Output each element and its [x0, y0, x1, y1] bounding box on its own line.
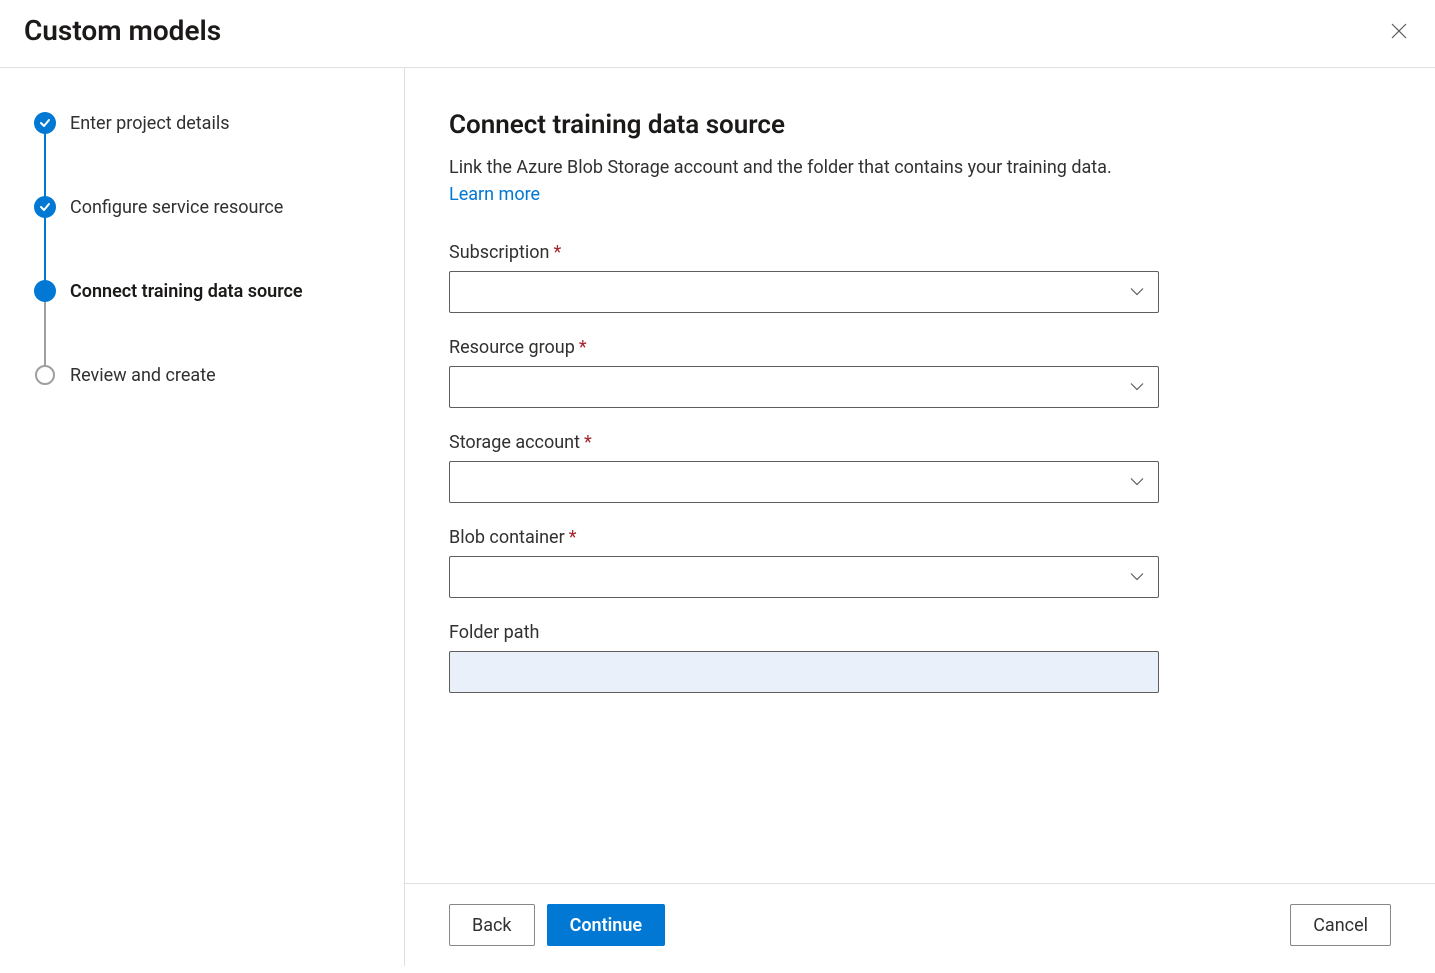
chevron-down-icon	[1130, 478, 1144, 487]
step-enter-project-details[interactable]: Enter project details	[34, 112, 404, 196]
required-asterisk: *	[569, 527, 577, 548]
body: Enter project details Configure service …	[0, 68, 1435, 966]
step-review-and-create[interactable]: Review and create	[34, 364, 404, 386]
step-label: Connect training data source	[70, 281, 303, 302]
step-marker-completed	[34, 112, 56, 134]
field-storage-account: Storage account*	[449, 432, 1159, 503]
step-label: Configure service resource	[70, 197, 283, 218]
page-description-text: Link the Azure Blob Storage account and …	[449, 157, 1112, 178]
footer-left: Back Continue	[449, 904, 665, 946]
field-blob-container: Blob container*	[449, 527, 1159, 598]
dropdown-subscription[interactable]	[449, 271, 1159, 313]
step-connect-training-data-source[interactable]: Connect training data source	[34, 280, 404, 364]
label-storage-account: Storage account*	[449, 432, 1159, 453]
chevron-down-icon	[1130, 383, 1144, 392]
wizard-steps: Enter project details Configure service …	[34, 112, 404, 386]
step-marker-completed	[34, 196, 56, 218]
page-title: Connect training data source	[449, 110, 1391, 140]
close-button[interactable]	[1387, 19, 1411, 43]
header: Custom models	[0, 0, 1435, 68]
step-marker-pending	[35, 365, 55, 385]
back-button[interactable]: Back	[449, 904, 535, 946]
step-configure-service-resource[interactable]: Configure service resource	[34, 196, 404, 280]
main-panel: Connect training data source Link the Az…	[405, 68, 1435, 966]
check-icon	[39, 117, 51, 129]
input-folder-path[interactable]	[449, 651, 1159, 693]
wizard-sidebar: Enter project details Configure service …	[0, 68, 405, 966]
field-subscription: Subscription*	[449, 242, 1159, 313]
required-asterisk: *	[584, 432, 592, 453]
required-asterisk: *	[554, 242, 562, 263]
cancel-button[interactable]: Cancel	[1290, 904, 1391, 946]
dropdown-resource-group[interactable]	[449, 366, 1159, 408]
continue-button[interactable]: Continue	[547, 904, 666, 946]
chevron-down-icon	[1130, 288, 1144, 297]
required-asterisk: *	[579, 337, 587, 358]
learn-more-link[interactable]: Learn more	[449, 184, 540, 205]
label-blob-container: Blob container*	[449, 527, 1159, 548]
check-icon	[39, 201, 51, 213]
step-label: Review and create	[70, 365, 216, 386]
label-resource-group: Resource group*	[449, 337, 1159, 358]
step-connector	[44, 301, 46, 365]
page-description: Link the Azure Blob Storage account and …	[449, 154, 1149, 208]
label-subscription: Subscription*	[449, 242, 1159, 263]
main-content: Connect training data source Link the Az…	[405, 68, 1435, 883]
label-folder-path: Folder path	[449, 622, 1159, 643]
step-label: Enter project details	[70, 113, 230, 134]
close-icon	[1391, 23, 1407, 39]
step-marker-current	[34, 280, 56, 302]
dropdown-blob-container[interactable]	[449, 556, 1159, 598]
step-connector	[44, 217, 46, 281]
chevron-down-icon	[1130, 573, 1144, 582]
field-folder-path: Folder path	[449, 622, 1159, 693]
wizard-footer: Back Continue Cancel	[405, 883, 1435, 966]
field-resource-group: Resource group*	[449, 337, 1159, 408]
step-connector	[44, 133, 46, 197]
page-header-title: Custom models	[24, 14, 221, 47]
dropdown-storage-account[interactable]	[449, 461, 1159, 503]
